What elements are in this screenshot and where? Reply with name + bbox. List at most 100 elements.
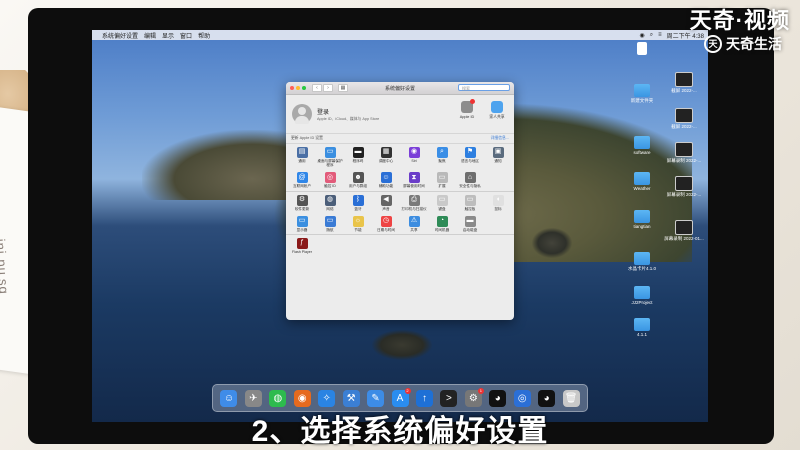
pref-pane-network[interactable]: ◍ 网络 (316, 194, 344, 211)
pref-pane-label: 用户与群组 (349, 184, 367, 189)
back-button[interactable]: ‹ (312, 84, 322, 92)
pref-pane-general[interactable]: ▤ 通用 (288, 146, 316, 167)
pref-pane-sharing[interactable]: ⚠ 共享 (400, 215, 428, 232)
pref-pane-trackpad[interactable]: ▭ 触控板 (456, 194, 484, 211)
desktop-item-label: 截屏 2022-... (671, 124, 697, 129)
close-button[interactable] (290, 86, 294, 90)
pref-pane-label: 程序坞 (352, 159, 364, 163)
desktop-item-folder[interactable]: tiangtian (622, 210, 662, 229)
pref-pane-users[interactable]: ☻ 用户与群组 (344, 171, 372, 188)
family-sharing-pane[interactable]: 家人共享 (486, 101, 508, 120)
pref-pane-keyboard[interactable]: ▭ 键盘 (428, 194, 456, 211)
menu-item-window[interactable]: 窗口 (180, 31, 192, 40)
desktop-item-shot[interactable]: 屏幕录制 2022-01... (664, 220, 704, 242)
desktop-item-folder[interactable]: software (622, 136, 662, 155)
sign-in-label[interactable]: 登录 (317, 107, 379, 116)
desktop-item-shot[interactable]: 屏幕录制 2022-... (664, 142, 704, 164)
apple-id-pane[interactable]: Apple ID (456, 99, 478, 120)
pref-pane-touch-id[interactable]: ◎ 触控 ID (316, 171, 344, 188)
zoom-button[interactable] (302, 86, 306, 90)
folder-icon (634, 136, 650, 149)
safari-icon[interactable]: ✧ (318, 389, 336, 407)
pref-pane-bluetooth[interactable]: ᛒ 蓝牙 (344, 194, 372, 211)
siri-status-icon[interactable]: ◉ (640, 32, 645, 39)
shot-icon (675, 108, 693, 123)
menu-item-help[interactable]: 帮助 (198, 31, 210, 40)
menu-item-app[interactable]: 系统偏好设置 (102, 31, 138, 40)
pref-pane-dock[interactable]: ▬ 程序坞 (344, 146, 372, 167)
pref-pane-screen-time[interactable]: ⧗ 屏幕使用时间 (400, 171, 428, 188)
desktop-item-shot[interactable]: 截屏 2022-... (664, 72, 704, 94)
desktop-item-folder[interactable]: 水晶卡片4.1.0 (622, 252, 662, 272)
pref-pane-startup-disk[interactable]: ▬ 启动磁盘 (456, 215, 484, 232)
brand-logo-icon: 天 (704, 35, 722, 53)
desktop-item-label: 4.1.1 (636, 332, 647, 337)
prefs-row-2: @ 互联网帐户 ◎ 触控 ID ☻ 用户与群组 ☺ 辅助功能 ⧗ 屏幕使用时间 ▭ 扩展 ⌂ 安全性与隐私 (286, 169, 514, 190)
system-preferences-icon[interactable]: ⚙ 1 (464, 387, 484, 407)
pref-pane-printer[interactable]: ⎙ 打印机与扫描仪 (400, 194, 428, 211)
pref-pane-spotlight[interactable]: ⌕ 聚焦 (428, 146, 456, 167)
desktop-item-pdf[interactable] (622, 42, 662, 56)
app-store-icon[interactable]: A2 (391, 387, 411, 407)
notification-badge: 1 (477, 387, 484, 394)
prefs-row-5: ƒ Flash Player (286, 234, 514, 256)
desktop-item-folder[interactable]: JJ2Project (622, 286, 662, 305)
desktop-item-shot[interactable]: 截屏 2022-... (664, 108, 704, 130)
pref-pane-blank (484, 215, 512, 232)
pref-pane-accessibility[interactable]: ☺ 辅助功能 (372, 171, 400, 188)
terminal-icon[interactable]: > (440, 389, 458, 407)
pref-pane-software-update[interactable]: ⚙ 软件更新 (288, 194, 316, 211)
account-section: 登录 Apple ID、iCloud、媒体与 App Store Apple I… (286, 95, 514, 134)
forward-button[interactable]: › (323, 84, 333, 92)
desktop-item-folder[interactable]: 新建文件夹 (622, 84, 662, 104)
pref-pane-sound[interactable]: ◀ 声音 (372, 194, 400, 211)
browser-icon[interactable]: ◎ (513, 389, 531, 407)
avatar[interactable] (292, 104, 312, 124)
trash-icon[interactable]: 🗑 (562, 389, 580, 407)
menu-item-edit[interactable]: 编辑 (144, 31, 156, 40)
pref-pane-label: 语言与地区 (461, 159, 479, 163)
pref-pane-siri[interactable]: ◉ Siri (400, 146, 428, 167)
minimize-button[interactable] (296, 86, 300, 90)
pref-pane-flash-player[interactable]: ƒ Flash Player (288, 237, 316, 254)
desktop-item-shot[interactable]: 屏幕录制 2022-... (664, 176, 704, 198)
menu-item-view[interactable]: 显示 (162, 31, 174, 40)
pref-pane-date-time[interactable]: ◷ 日期与时间 (372, 215, 400, 232)
desktop-item-folder[interactable]: Weather (622, 172, 662, 191)
pref-pane-extensions[interactable]: ▭ 扩展 (428, 171, 456, 188)
search-input[interactable]: 搜索 (458, 84, 510, 91)
upload-icon[interactable]: ↑ (415, 389, 433, 407)
desktop-item-folder[interactable]: 4.1.1 (622, 318, 662, 337)
pref-pane-label: 扩展 (438, 184, 446, 189)
pref-pane-mission-control[interactable]: ▦ 调度中心 (372, 146, 400, 167)
details-link[interactable]: 详细信息... (491, 136, 509, 141)
desktop-item-label: 截屏 2022-... (671, 88, 697, 93)
notes-icon[interactable]: ✎ (367, 389, 385, 407)
launchpad-icon[interactable]: ✈ (244, 389, 262, 407)
pref-pane-sidecar[interactable]: ▭ 随航 (316, 215, 344, 232)
mac-screen: 系统偏好设置 编辑 显示 窗口 帮助 ◉ ⌕ ≡ 周二下午 4:38 截屏 20… (92, 30, 708, 422)
spotlight-status-icon[interactable]: ⌕ (650, 32, 653, 39)
show-all-button[interactable]: ▦ (338, 84, 348, 92)
pref-pane-mouse[interactable]: ◖ 鼠标 (484, 194, 512, 211)
pref-pane-displays[interactable]: ▭ 显示器 (288, 215, 316, 232)
control-status-icon[interactable]: ≡ (658, 32, 662, 38)
pref-pane-internet-accounts[interactable]: @ 互联网帐户 (288, 171, 316, 188)
pref-pane-label: 时间机器 (434, 227, 450, 232)
pref-pane-energy[interactable]: ☼ 节能 (344, 215, 372, 232)
pref-pane-label: 启动磁盘 (462, 227, 478, 232)
apple-id-icon (461, 99, 475, 113)
qq-2-icon[interactable]: ◕ (538, 389, 556, 407)
wechat-icon[interactable]: ◍ (269, 389, 287, 407)
pref-pane-security[interactable]: ⌂ 安全性与隐私 (456, 171, 484, 188)
pref-pane-desktop[interactable]: ▭ 桌面与屏幕保护程序 (316, 146, 344, 167)
pref-pane-notifications[interactable]: ▣ 通知 (484, 146, 512, 167)
blank-icon (493, 216, 504, 227)
xcode-icon[interactable]: ⚒ (342, 389, 360, 407)
users-icon: ☻ (352, 172, 364, 184)
pref-pane-language[interactable]: ⚑ 语言与地区 (456, 146, 484, 167)
finder-icon[interactable]: ☺ (220, 389, 238, 407)
qq-icon[interactable]: ◕ (489, 389, 507, 407)
pref-pane-time-machine[interactable]: ◔ 时间机器 (428, 215, 456, 232)
firefox-icon[interactable]: ◉ (293, 389, 311, 407)
